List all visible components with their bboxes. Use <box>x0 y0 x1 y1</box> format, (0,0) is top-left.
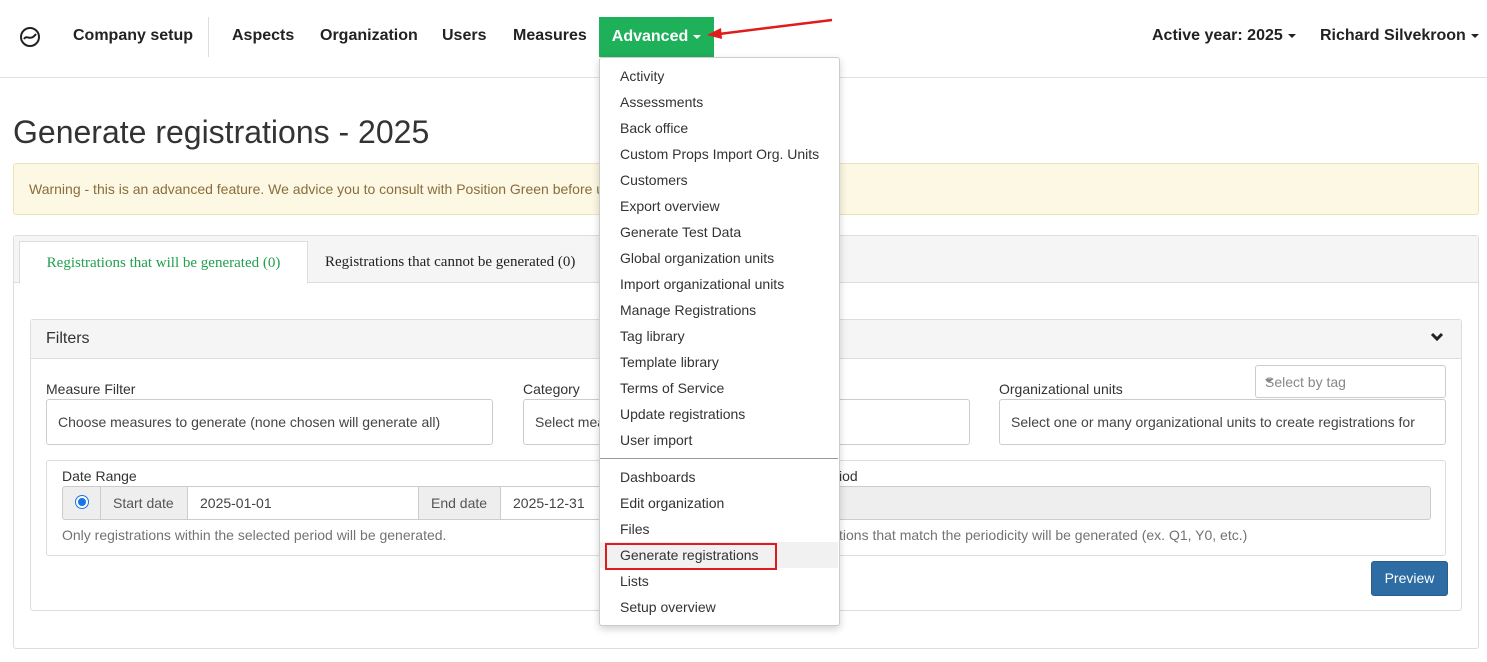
dropdown-item[interactable]: Template library <box>620 354 719 370</box>
org-units-label: Organizational units <box>999 381 1123 397</box>
dropdown-item[interactable]: Activity <box>620 68 664 84</box>
dropdown-item[interactable]: User import <box>620 432 692 448</box>
dropdown-item[interactable]: Lists <box>620 573 649 589</box>
dropdown-item[interactable]: Dashboards <box>620 469 696 485</box>
chevron-down-icon[interactable] <box>1430 330 1444 344</box>
caret-down-icon <box>693 34 702 39</box>
nav-advanced-dropdown[interactable]: Advanced <box>599 17 714 57</box>
measure-filter-label: Measure Filter <box>46 381 136 397</box>
dropdown-item[interactable]: Assessments <box>620 94 703 110</box>
measure-filter-input[interactable]: Choose measures to generate (none chosen… <box>46 399 493 445</box>
period-input[interactable] <box>800 486 1431 520</box>
caret-down-icon <box>1287 33 1296 38</box>
active-year-label: Active year: 2025 <box>1152 27 1283 44</box>
nav-advanced-label: Advanced <box>611 28 689 45</box>
user-menu[interactable]: Richard Silvekroon <box>1320 0 1479 57</box>
start-date-label: Start date <box>113 495 174 511</box>
dropdown-item[interactable]: Back office <box>620 120 688 136</box>
dropdown-item[interactable]: Files <box>620 521 650 537</box>
company-logo-icon[interactable] <box>19 26 41 48</box>
nav-organization[interactable]: Organization <box>320 0 418 57</box>
end-date-input[interactable]: 2025-12-31 <box>500 486 600 520</box>
category-placeholder: Select mea <box>535 414 606 430</box>
period-label: iod <box>839 468 858 484</box>
nav-divider <box>208 17 209 57</box>
select-by-tag-label: Select by tag <box>1265 374 1346 390</box>
nav-measures[interactable]: Measures <box>513 0 587 57</box>
date-range-radio[interactable] <box>75 495 89 509</box>
category-label: Category <box>523 381 580 397</box>
nav-aspects[interactable]: Aspects <box>232 0 294 57</box>
warning-text: Warning - this is an advanced feature. W… <box>29 181 605 197</box>
caret-down-icon <box>1265 379 1273 383</box>
dropdown-item[interactable]: Custom Props Import Org. Units <box>620 146 819 162</box>
dropdown-item[interactable]: Setup overview <box>620 599 716 615</box>
start-date-addon: Start date <box>100 486 188 520</box>
dropdown-item[interactable]: Generate Test Data <box>620 224 741 240</box>
end-date-addon: End date <box>418 486 501 520</box>
dropdown-item[interactable]: Import organizational units <box>620 276 784 292</box>
dropdown-item[interactable]: Manage Registrations <box>620 302 756 318</box>
end-date-label: End date <box>431 495 488 511</box>
org-units-placeholder: Select one or many organizational units … <box>1011 414 1415 430</box>
dropdown-divider <box>600 458 838 459</box>
select-by-tag-dropdown[interactable]: Select by tag <box>1255 365 1446 398</box>
filters-title: Filters <box>46 330 90 347</box>
nav-users[interactable]: Users <box>442 0 486 57</box>
annotation-arrow-icon <box>707 18 833 39</box>
start-date-input[interactable]: 2025-01-01 <box>187 486 419 520</box>
dropdown-item[interactable]: Update registrations <box>620 406 745 422</box>
dropdown-item[interactable]: Export overview <box>620 198 720 214</box>
dropdown-item[interactable]: Terms of Service <box>620 380 724 396</box>
start-date-value: 2025-01-01 <box>200 495 272 511</box>
end-date-value: 2025-12-31 <box>513 495 585 511</box>
page-title: Generate registrations - 2025 <box>13 114 430 150</box>
preview-button[interactable]: Preview <box>1371 561 1448 596</box>
tab-cannot-be-generated[interactable]: Registrations that cannot be generated (… <box>325 241 575 282</box>
tab-will-be-generated[interactable]: Registrations that will be generated (0) <box>19 241 308 284</box>
dropdown-item[interactable]: Customers <box>620 172 688 188</box>
caret-down-icon <box>1470 33 1479 38</box>
org-units-input[interactable]: Select one or many organizational units … <box>999 399 1446 445</box>
dropdown-item[interactable]: Tag library <box>620 328 685 344</box>
measure-filter-placeholder: Choose measures to generate (none chosen… <box>58 414 441 430</box>
date-range-help: Only registrations within the selected p… <box>62 527 447 543</box>
dropdown-item[interactable]: Global organization units <box>620 250 774 266</box>
user-name: Richard Silvekroon <box>1320 27 1466 44</box>
highlight-annotation-box <box>605 543 777 570</box>
dropdown-item[interactable]: Edit organization <box>620 495 724 511</box>
active-year-dropdown[interactable]: Active year: 2025 <box>1152 0 1296 57</box>
date-range-label: Date Range <box>62 468 137 484</box>
nav-company-setup[interactable]: Company setup <box>73 0 193 57</box>
period-help: tions that match the periodicity will be… <box>839 527 1248 543</box>
